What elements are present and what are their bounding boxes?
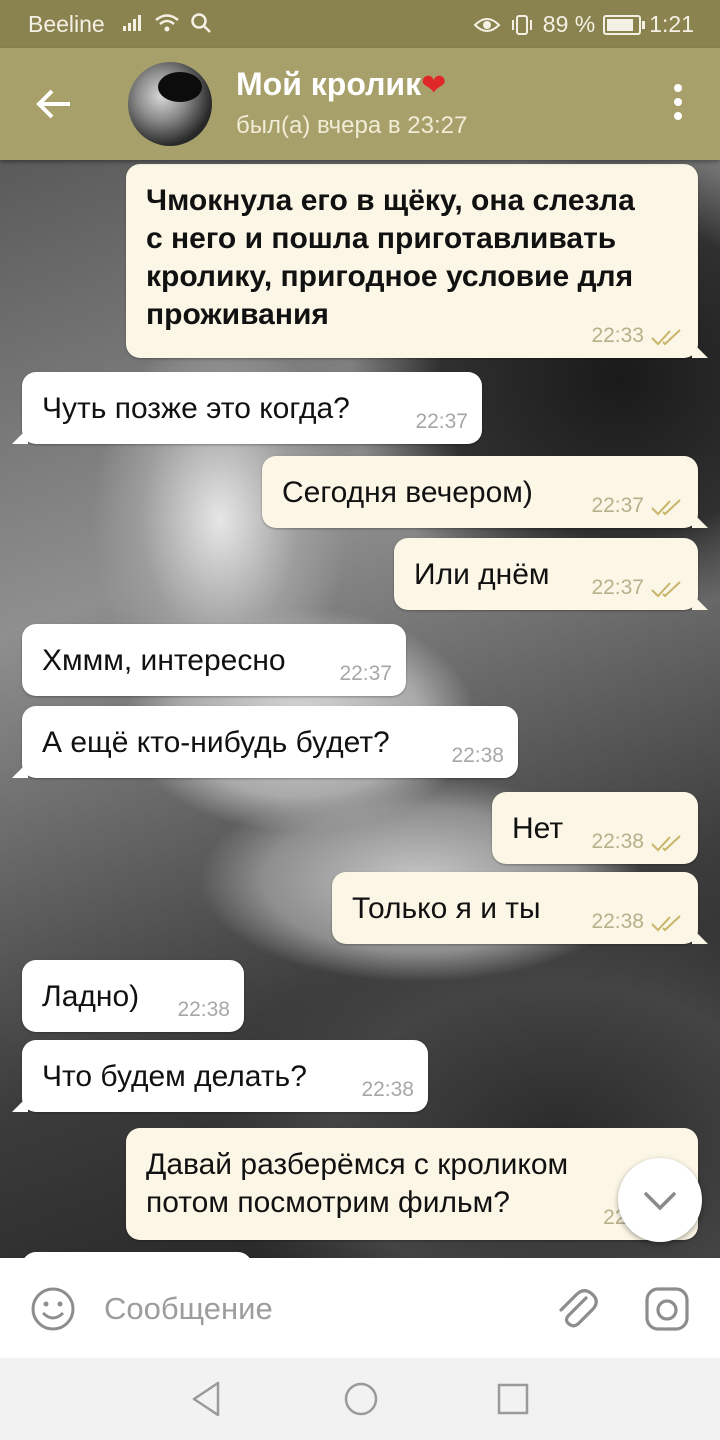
message-line: Давай разберёмся с кроликом bbox=[146, 1148, 569, 1181]
message-text: Сегодня вечером) bbox=[282, 476, 533, 509]
message-input[interactable]: Сообщение bbox=[104, 1291, 273, 1327]
signal-icons bbox=[122, 12, 212, 34]
message-bubble[interactable]: Что будем делать? 22:38 bbox=[12, 1040, 428, 1112]
status-bar: Beeline 89 % 1:21 bbox=[0, 0, 720, 48]
message-time: 22:37 bbox=[415, 410, 468, 433]
paperclip-icon[interactable] bbox=[552, 1284, 600, 1332]
message-input-bar: Сообщение bbox=[0, 1258, 720, 1358]
message-text: А ещё кто-нибудь будет? bbox=[42, 726, 390, 759]
message-time: 22:38 bbox=[451, 744, 504, 767]
message-bubble[interactable]: Хммм, интересно 22:37 bbox=[22, 624, 406, 696]
message-text: Чмокнула его в щёку, она слезла с него и… bbox=[146, 182, 635, 334]
wifi-icon bbox=[155, 14, 179, 32]
message-time: 22:38 bbox=[177, 998, 230, 1021]
back-nav-icon[interactable] bbox=[190, 1380, 224, 1418]
message-text: Или днём bbox=[414, 558, 550, 591]
message-bubble[interactable]: Чуть позже это когда? 22:37 bbox=[12, 372, 482, 444]
message-line: с него и пошла приготавливать bbox=[146, 222, 617, 255]
double-check-icon bbox=[651, 915, 681, 932]
message-time: 22:37 bbox=[591, 576, 644, 599]
message-text: Нет bbox=[512, 812, 564, 845]
contact-name[interactable]: Мой кролик❤ bbox=[236, 66, 446, 103]
message-line: кролику, пригодное условие для bbox=[146, 260, 634, 293]
smiley-icon[interactable] bbox=[30, 1286, 76, 1332]
status-right: 89 % 1:21 bbox=[473, 11, 694, 38]
home-nav-icon[interactable] bbox=[342, 1380, 380, 1418]
bubble-tail bbox=[692, 342, 708, 358]
message-bubble[interactable]: Сегодня вечером) 22:37 bbox=[262, 456, 708, 528]
message-time: 22:37 bbox=[339, 662, 392, 685]
last-seen-status: был(а) вчера в 23:27 bbox=[236, 112, 468, 139]
message-text: Только я и ты bbox=[352, 892, 541, 925]
bubble-tail bbox=[692, 594, 708, 610]
carrier-name: Beeline bbox=[28, 11, 105, 37]
avatar[interactable] bbox=[128, 62, 212, 146]
double-check-icon bbox=[651, 499, 681, 516]
message-bubble[interactable]: Только я и ты 22:38 bbox=[332, 872, 708, 944]
recents-nav-icon[interactable] bbox=[496, 1380, 530, 1418]
arrow-left-icon[interactable] bbox=[28, 78, 80, 130]
message-bubble[interactable]: Нет 22:38 bbox=[492, 792, 698, 864]
eye-icon bbox=[473, 17, 501, 32]
battery-percent: 89 % bbox=[542, 11, 596, 37]
heart-emoji: ❤ bbox=[421, 69, 447, 102]
double-check-icon bbox=[651, 581, 681, 598]
message-line: потом посмотрим фильм? bbox=[146, 1186, 510, 1219]
battery-icon bbox=[603, 14, 646, 35]
message-text: Чуть позже это когда? bbox=[42, 392, 350, 425]
message-time: 22:38 bbox=[361, 1078, 414, 1101]
signal-icon bbox=[123, 15, 141, 31]
message-time: 22:33 bbox=[591, 324, 644, 347]
contact-name-text: Мой кролик bbox=[236, 66, 422, 102]
message-text: Ладно) bbox=[42, 980, 140, 1013]
vibrate-icon bbox=[511, 14, 532, 35]
search-icon bbox=[191, 13, 211, 33]
message-bubble[interactable]: Давай разберёмся с кроликом потом посмот… bbox=[126, 1128, 698, 1240]
double-check-icon bbox=[651, 835, 681, 852]
clock: 1:21 bbox=[649, 11, 694, 37]
bubble-tail bbox=[692, 512, 708, 528]
more-vertical-icon[interactable] bbox=[672, 84, 684, 120]
system-navigation-bar bbox=[0, 1358, 720, 1440]
bubble-tail bbox=[12, 428, 28, 444]
message-time: 22:38 bbox=[591, 830, 644, 853]
message-text: Что будем делать? bbox=[42, 1060, 307, 1093]
message-text: Давай разберёмся с кроликом потом посмот… bbox=[146, 1146, 568, 1222]
scroll-down-button[interactable] bbox=[618, 1158, 702, 1242]
bubble-tail bbox=[692, 928, 708, 944]
message-text: Хммм, интересно bbox=[42, 644, 286, 677]
chat-area[interactable]: Чмокнула его в щёку, она слезла с него и… bbox=[0, 160, 720, 1258]
double-check-icon bbox=[651, 329, 681, 346]
chat-header: Мой кролик❤ был(а) вчера в 23:27 bbox=[0, 48, 720, 160]
chevron-down-icon bbox=[644, 1192, 676, 1211]
message-time: 22:37 bbox=[591, 494, 644, 517]
message-line: проживания bbox=[146, 298, 329, 331]
message-bubble[interactable]: А ещё кто-нибудь будет? 22:38 bbox=[12, 706, 518, 778]
message-bubble[interactable]: Или днём 22:37 bbox=[394, 538, 708, 610]
bubble-tail bbox=[12, 1096, 28, 1112]
message-bubble[interactable]: Чмокнула его в щёку, она слезла с него и… bbox=[126, 164, 708, 358]
bubble-tail bbox=[12, 762, 28, 778]
message-bubble[interactable]: Ладно) 22:38 bbox=[22, 960, 244, 1032]
camera-icon[interactable] bbox=[644, 1286, 690, 1332]
message-line: Чмокнула его в щёку, она слезла bbox=[146, 184, 635, 217]
message-time: 22:38 bbox=[591, 910, 644, 933]
